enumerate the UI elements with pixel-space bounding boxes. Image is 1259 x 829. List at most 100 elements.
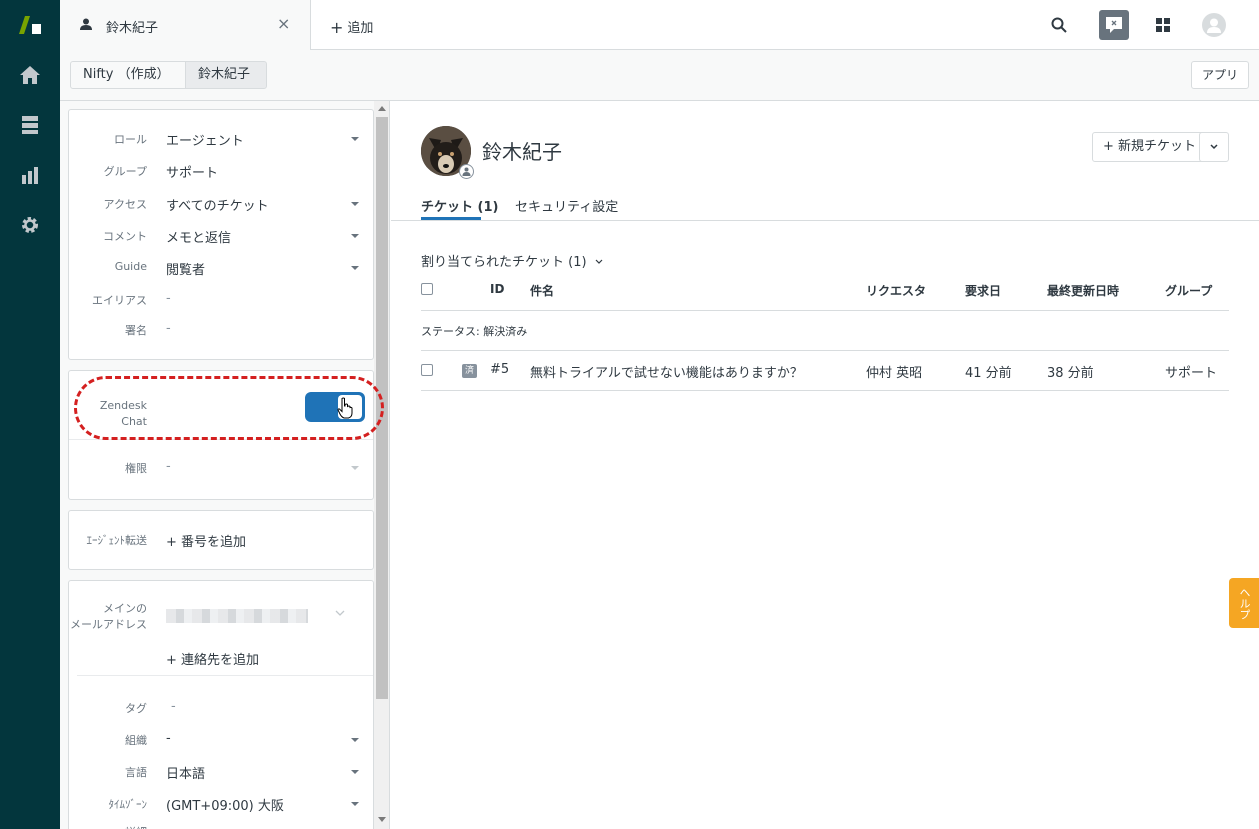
ticket-group: サポート (1165, 366, 1218, 381)
help-button[interactable]: ヘルプ (1229, 578, 1259, 628)
field-role[interactable]: ロール エージェント (69, 124, 375, 154)
chevron-down-icon[interactable] (335, 607, 345, 620)
hand-cursor-icon (337, 397, 353, 423)
field-email[interactable] (69, 601, 375, 631)
field-label: 権限 (125, 462, 147, 475)
chat-label: Zendesk Chat (100, 398, 147, 430)
status-group-label: ステータス: 解決済み (421, 325, 528, 338)
scroll-down-icon[interactable] (378, 817, 386, 822)
reporting-icon[interactable] (18, 163, 42, 187)
field-value: サポート (166, 166, 219, 181)
chevron-down-icon (1210, 144, 1218, 150)
user-type-icon (459, 164, 474, 179)
column-header-group[interactable]: グループ (1165, 282, 1212, 299)
divider (421, 350, 1229, 351)
plus-icon: + (330, 18, 344, 37)
chat-toggle[interactable] (305, 392, 365, 422)
field-value: - (171, 699, 176, 714)
field-label: エイリアス (92, 294, 147, 307)
field-group[interactable]: グループ サポート (69, 156, 375, 186)
field-language[interactable]: 言語 日本語 (69, 757, 375, 787)
breadcrumb-user[interactable]: 鈴木紀子 (185, 61, 267, 89)
divider (77, 675, 373, 676)
field-value: 日本語 (166, 767, 206, 782)
close-icon[interactable]: × (277, 14, 290, 33)
field-label: ロール (114, 133, 147, 146)
field-signature[interactable]: 署名 - (69, 315, 375, 345)
column-header-requester[interactable]: リクエスタ (866, 282, 926, 299)
add-contact-link[interactable]: + 連絡先を追加 (166, 649, 259, 668)
chat-settings-card: Zendesk Chat 権限 - (68, 370, 374, 500)
home-icon[interactable] (18, 63, 42, 87)
field-label: アクセス (103, 198, 147, 211)
field-value: - (166, 459, 171, 474)
field-label: Guide (114, 260, 147, 273)
tab-security[interactable]: セキュリティ設定 (515, 196, 618, 215)
column-header-requested[interactable]: 要求日 (965, 282, 1001, 299)
tab-user[interactable]: 鈴木紀子 × (60, 0, 311, 50)
top-bar: 鈴木紀子 × + 追加 (60, 0, 1259, 50)
apps-button[interactable]: アプリ (1190, 61, 1249, 89)
field-access[interactable]: アクセス すべてのチケット (69, 189, 375, 219)
chevron-down-icon (351, 234, 359, 238)
chevron-down-icon (595, 259, 603, 264)
field-value: すべてのチケット (166, 199, 269, 214)
gear-icon[interactable] (18, 213, 42, 237)
chevron-down-icon (351, 770, 359, 774)
chat-label-line2: Chat (121, 415, 147, 428)
field-organization[interactable]: 組織 - (69, 725, 375, 755)
field-label: 組織 (125, 734, 147, 747)
chevron-down-icon (351, 802, 359, 806)
assigned-tickets-toggle[interactable]: 割り当てられたチケット (1) (421, 251, 604, 270)
divider (421, 390, 1229, 391)
email-value-redacted (166, 609, 308, 623)
field-timezone[interactable]: ﾀｲﾑｿﾞｰﾝ (GMT+09:00) 大阪 (69, 789, 375, 819)
field-value: - (166, 291, 171, 306)
field-comment[interactable]: コメント メモと返信 (69, 221, 375, 251)
field-tags[interactable]: タグ - (69, 693, 375, 723)
field-value: (GMT+09:00) 大阪 (166, 799, 284, 814)
column-header-id[interactable]: ID (490, 282, 504, 296)
field-details[interactable]: 詳細 - (69, 817, 375, 829)
field-add-contact: + 連絡先を追加 (69, 643, 375, 673)
new-ticket-dropdown[interactable] (1199, 132, 1229, 162)
add-tab-button[interactable]: + 追加 (330, 17, 373, 37)
search-icon[interactable] (1047, 13, 1071, 37)
row-checkbox[interactable] (421, 364, 433, 376)
chevron-down-icon (351, 738, 359, 742)
field-label: タグ (125, 702, 147, 715)
field-permission[interactable]: 権限 - (69, 453, 375, 483)
chevron-down-icon (351, 466, 359, 470)
user-properties-panel: ロール エージェント グループ サポート アクセス すべてのチケット コメント … (60, 101, 390, 829)
new-ticket-button[interactable]: + 新規チケット (1092, 132, 1208, 162)
left-panel-scrollbar[interactable] (374, 101, 389, 829)
user-main-pane: 鈴木紀子 + 新規チケット チケット (1) セキュリティ設定 割り当てられたチ… (391, 101, 1259, 829)
scroll-up-icon[interactable] (378, 106, 386, 111)
field-value: - (166, 321, 171, 336)
chevron-down-icon (351, 137, 359, 141)
field-value: メモと返信 (166, 231, 232, 246)
tab-tickets[interactable]: チケット (1) (421, 196, 498, 215)
field-alias[interactable]: エイリアス - (69, 285, 375, 315)
field-agent-forward: ｴｰｼﾞｪﾝﾄ転送 + 番号を追加 (69, 525, 375, 555)
divider (391, 220, 1259, 221)
field-value: - (166, 823, 171, 829)
add-number-link[interactable]: + 番号を追加 (166, 531, 246, 550)
contact-card: メインの メールアドレス + 連絡先を追加 タグ - 組織 - 言語 日本語 ﾀ… (68, 580, 374, 829)
section-title: 割り当てられたチケット (1) (421, 255, 587, 270)
chat-icon[interactable] (1099, 10, 1129, 40)
ticket-id: #5 (490, 362, 510, 377)
select-all-checkbox[interactable] (421, 283, 433, 295)
ticket-subject[interactable]: 無料トライアルで試せない機能はありますか？ (530, 362, 803, 381)
breadcrumb-org[interactable]: Nifty （作成） (70, 61, 186, 89)
zendesk-logo-icon[interactable] (17, 14, 43, 36)
column-header-updated[interactable]: 最終更新日時 (1047, 282, 1119, 299)
page-title: 鈴木紀子 (482, 140, 562, 164)
apps-grid-icon[interactable] (1151, 13, 1175, 37)
column-header-subject[interactable]: 件名 (530, 282, 554, 299)
profile-avatar-icon[interactable] (1202, 13, 1226, 37)
divider (69, 439, 373, 440)
field-guide[interactable]: Guide 閲覧者 (69, 253, 375, 283)
views-icon[interactable] (18, 113, 42, 137)
scrollbar-thumb[interactable] (376, 117, 388, 699)
